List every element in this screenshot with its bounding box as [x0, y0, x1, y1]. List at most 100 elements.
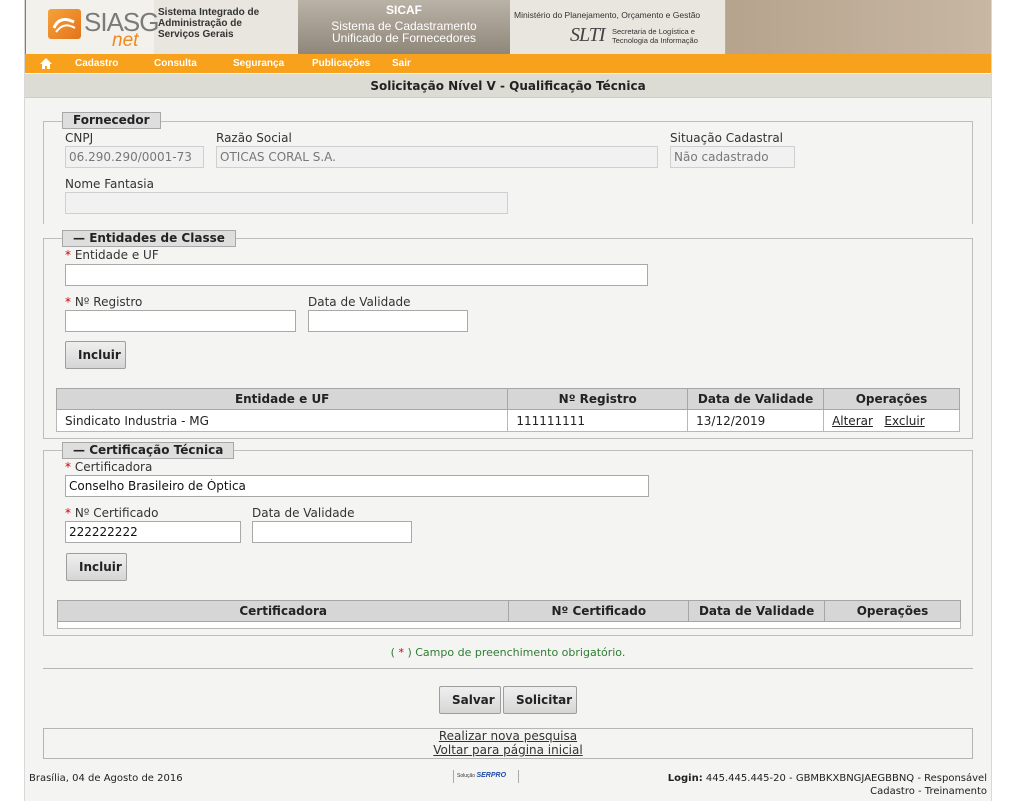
required-note-open: (	[390, 646, 395, 659]
table-header-row: Certificadora Nº Certificado Data de Val…	[56, 600, 961, 622]
sicaf-subtitle: Sistema de Cadastramento Unificado de Fo…	[298, 20, 510, 44]
system-name-line: Administração de	[158, 18, 242, 29]
serpro-logo: Solução SERPRO	[453, 770, 519, 783]
registro-input[interactable]	[65, 310, 296, 332]
header-banner: SIASG net Sistema Integrado de Administr…	[25, 0, 991, 54]
slti-name-line: Tecnologia da Informação	[612, 36, 698, 45]
slti-name-line: Secretaria de Logística e	[612, 27, 695, 36]
validade-label: Data de Validade	[308, 295, 411, 309]
navigation-links: Realizar nova pesquisa Voltar para págin…	[43, 728, 973, 759]
validade-cell: 13/12/2019	[687, 409, 825, 432]
nav-consulta[interactable]: Consulta	[154, 58, 197, 69]
column-header: Certificadora	[56, 600, 510, 622]
footer-login: Login: 445.445.445-20 - GBMBKXBNGJAEGBBN…	[668, 772, 987, 798]
table-row: Sindicato Industria - MG 111111111 13/12…	[55, 409, 960, 432]
login-value: 445.445.445-20 - GBMBKXBNGJAEGBBNQ - Res…	[705, 773, 987, 784]
required-star: *	[65, 506, 75, 520]
cert-validade-input[interactable]	[252, 521, 412, 543]
table-empty-row	[57, 621, 961, 629]
banner-panel: SIASG net Sistema Integrado de Administr…	[26, 0, 726, 54]
required-star: *	[65, 295, 75, 309]
serpro-prefix: Solução	[457, 773, 476, 779]
serpro-name: SERPRO	[476, 772, 507, 779]
system-name-line: Sistema Integrado de	[158, 7, 260, 18]
incluir-entidade-button[interactable]: Incluir	[65, 341, 126, 369]
required-note-text: ) Campo de preenchimento obrigatório.	[407, 646, 626, 659]
certificadora-input[interactable]	[65, 475, 649, 497]
alterar-link[interactable]: Alterar	[832, 414, 873, 428]
solicitar-button[interactable]: Solicitar	[503, 686, 577, 714]
login-line: Login: 445.445.445-20 - GBMBKXBNGJAEGBBN…	[668, 772, 987, 785]
sicaf-block: SICAF Sistema de Cadastramento Unificado…	[298, 0, 510, 54]
empty-cell	[57, 621, 961, 629]
entidade-uf-label: * Entidade e UF	[65, 248, 159, 262]
certificado-label: * Nº Certificado	[65, 506, 158, 520]
entidade-cell: Sindicato Industria - MG	[55, 409, 509, 432]
certificado-label-text: Nº Certificado	[74, 506, 159, 520]
nav-cadastro[interactable]: Cadastro	[75, 58, 118, 69]
collapse-icon: —	[73, 443, 85, 457]
entidade-uf-input[interactable]	[65, 264, 648, 286]
incluir-certificacao-button[interactable]: Incluir	[66, 553, 127, 581]
entidades-fieldset: — Entidades de Classe * Entidade e UF * …	[43, 230, 973, 439]
fornecedor-fieldset: Fornecedor CNPJ Razão Social Situação Ca…	[43, 112, 973, 224]
column-header: Nº Registro	[507, 388, 689, 410]
excluir-link[interactable]: Excluir	[884, 414, 924, 428]
certificacao-legend[interactable]: — Certificação Técnica	[62, 442, 235, 459]
column-header: Operações	[823, 388, 960, 410]
registro-label-text: Nº Registro	[74, 295, 143, 309]
siasg-logo: SIASG net	[26, 0, 159, 54]
home-icon[interactable]	[39, 57, 53, 70]
situacao-field[interactable]	[670, 146, 795, 168]
nav-sair[interactable]: Sair	[392, 58, 411, 69]
system-name: Sistema Integrado de Administração de Se…	[158, 7, 259, 40]
siasg-logo-net: net	[112, 30, 139, 51]
situacao-label: Situação Cadastral	[670, 131, 784, 145]
salvar-button[interactable]: Salvar	[439, 686, 501, 714]
certificado-input[interactable]	[65, 521, 241, 543]
nova-pesquisa-link[interactable]: Realizar nova pesquisa	[44, 729, 972, 743]
page: SIASG net Sistema Integrado de Administr…	[24, 0, 992, 801]
certificadora-label: * Certificadora	[65, 460, 152, 474]
column-header: Operações	[824, 600, 961, 622]
cnpj-label: CNPJ	[65, 131, 94, 145]
required-note: ( * ) Campo de preenchimento obrigatório…	[25, 646, 991, 659]
column-header: Nº Certificado	[508, 600, 690, 622]
nav-publicacoes[interactable]: Publicações	[312, 58, 370, 69]
ministry-name: Ministério do Planejamento, Orçamento e …	[514, 10, 701, 20]
pagina-inicial-link[interactable]: Voltar para página inicial	[44, 743, 972, 757]
certificacao-table: Certificadora Nº Certificado Data de Val…	[56, 600, 961, 629]
main-nav: Cadastro Consulta Segurança Publicações …	[25, 54, 991, 73]
slti-name: Secretaria de Logística e Tecnologia da …	[612, 27, 698, 45]
nome-fantasia-label: Nome Fantasia	[65, 177, 154, 191]
operacoes-cell: Alterar Excluir	[823, 409, 960, 432]
sicaf-title: SICAF	[386, 3, 422, 17]
cert-validade-label: Data de Validade	[252, 506, 355, 520]
entidades-legend-label: Entidades de Classe	[89, 231, 225, 245]
sicaf-subtitle-line: Unificado de Fornecedores	[331, 31, 477, 45]
column-header: Data de Validade	[688, 600, 826, 622]
razao-social-label: Razão Social	[216, 131, 292, 145]
system-name-line: Serviços Gerais	[158, 29, 234, 40]
certificadora-label-text: Certificadora	[74, 460, 153, 474]
nav-seguranca[interactable]: Segurança	[233, 58, 284, 69]
certificacao-fieldset: — Certificação Técnica * Certificadora *…	[43, 442, 973, 636]
registro-label: * Nº Registro	[65, 295, 142, 309]
validade-input[interactable]	[308, 310, 468, 332]
required-note-star: *	[398, 646, 404, 659]
required-star: *	[65, 248, 75, 262]
cnpj-field[interactable]	[65, 146, 204, 168]
slti-logo: SLTI	[570, 24, 606, 46]
certificacao-legend-label: Certificação Técnica	[89, 443, 224, 457]
entidades-table: Entidade e UF Nº Registro Data de Valida…	[55, 388, 960, 432]
table-header-row: Entidade e UF Nº Registro Data de Valida…	[55, 388, 960, 410]
nome-fantasia-field[interactable]	[65, 192, 508, 214]
page-title: Solicitação Nível V - Qualificação Técni…	[25, 74, 991, 98]
column-header: Entidade e UF	[55, 388, 509, 410]
login-label: Login:	[667, 773, 703, 784]
collapse-icon: —	[73, 231, 85, 245]
divider	[43, 668, 973, 669]
razao-social-field[interactable]	[216, 146, 658, 168]
entidades-legend[interactable]: — Entidades de Classe	[62, 230, 236, 247]
footer-date: Brasília, 04 de Agosto de 2016	[29, 773, 183, 784]
